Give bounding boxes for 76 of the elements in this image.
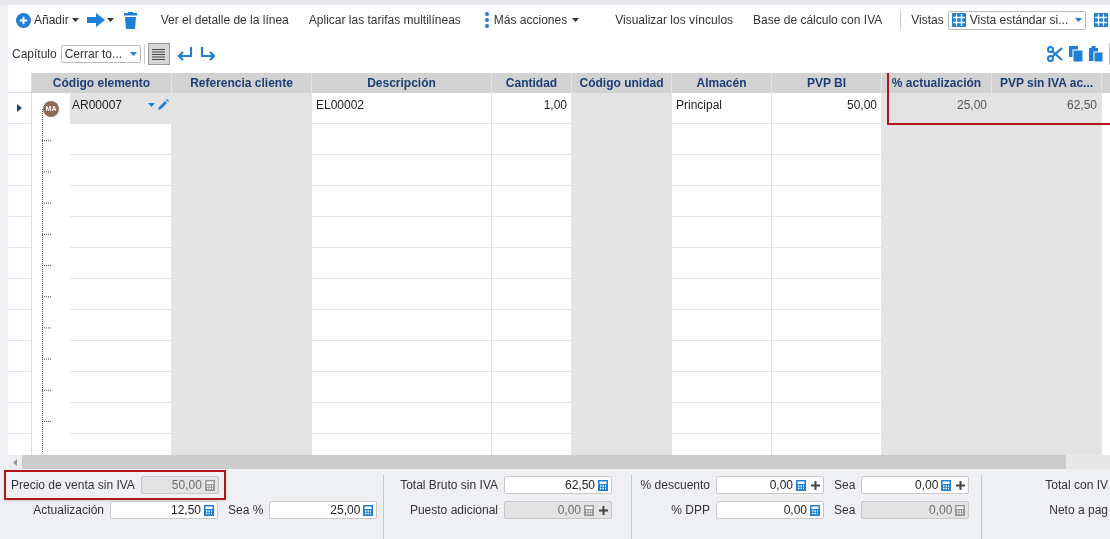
views-label: Vistas (911, 12, 944, 29)
column-header[interactable]: PVP BI (772, 73, 881, 93)
field-label: Actualización (32, 502, 104, 519)
table-cell-text: 1,00 (542, 97, 568, 114)
table-cell-text: 50,00 (845, 97, 878, 114)
toolbar-button[interactable]: Base de cálculo con IVA (745, 11, 891, 29)
table-cell[interactable]: AR00007 (70, 93, 171, 124)
field-label: Puesto adicional (408, 502, 498, 519)
more-actions-button[interactable]: Más acciones (484, 11, 580, 29)
caret-icon (572, 18, 580, 22)
field-label: Precio de venta sin IVA (11, 477, 135, 494)
scissors-icon[interactable] (1047, 46, 1063, 62)
toolbar-button[interactable]: Visualizar los vínculos (607, 11, 742, 29)
field-label: % DPP (670, 502, 710, 519)
column-header[interactable]: % actualización (882, 73, 991, 93)
list-view-button[interactable] (147, 43, 170, 65)
calculator-icon[interactable] (363, 504, 374, 516)
field-label: Total con IV (1045, 477, 1108, 494)
field-label: Sea % (228, 502, 264, 519)
toolbar-button[interactable]: Ver el detalle de la línea (152, 11, 297, 29)
down-right-arrow-icon[interactable] (199, 46, 216, 62)
add-button[interactable]: Añadir (16, 11, 79, 29)
caret-icon (1074, 18, 1082, 22)
input-field[interactable]: 62,50 (504, 476, 612, 494)
column-header[interactable]: Código unidad (572, 73, 671, 93)
field-label: Neto a pag (1049, 502, 1108, 519)
paste-icon[interactable] (1089, 46, 1103, 62)
calculator-icon[interactable] (796, 479, 806, 491)
scroll-left-button[interactable] (8, 455, 22, 469)
column-header[interactable]: Cantidad (492, 73, 571, 93)
field-label: Total Bruto sin IVA (399, 477, 498, 494)
calculator-icon[interactable] (204, 504, 214, 516)
caret-left-icon (13, 458, 17, 466)
column-header[interactable]: Almacén (672, 73, 771, 93)
table-cell-text: 62,50 (1065, 97, 1098, 114)
table-cell-text: Principal (675, 97, 724, 114)
chapter-label: Capítulo (12, 46, 57, 63)
calculator-icon[interactable] (598, 479, 608, 491)
field-label: Sea (834, 502, 856, 519)
field-label: Sea (834, 477, 856, 494)
caret-icon (106, 18, 114, 22)
input-field[interactable]: 25,00 (269, 501, 378, 519)
return-arrow-icon[interactable] (175, 46, 194, 62)
table-cell-text: EL00002 (315, 97, 366, 114)
kebab-icon (484, 12, 489, 28)
input-field[interactable]: 0,00 (861, 476, 970, 494)
arrow-right-icon (86, 13, 105, 27)
column-header[interactable]: Referencia cliente (172, 73, 311, 93)
caret-icon (71, 18, 79, 22)
column-header[interactable]: PVP sin IVA ac... (992, 73, 1101, 93)
pencil-icon[interactable] (158, 99, 169, 110)
plus-circle-icon (16, 12, 31, 28)
plus-icon[interactable] (811, 480, 820, 490)
column-header[interactable]: Descripción (312, 73, 491, 93)
plus-icon[interactable] (956, 480, 966, 490)
views-select[interactable]: Vista estándar si... (947, 10, 1086, 30)
toolbar-button[interactable]: Aplicar las tarifas multilíneas (300, 11, 469, 29)
field-label: % descuento (639, 477, 710, 494)
table-cell-text: 25,00 (955, 97, 988, 114)
header-background (1102, 73, 1110, 93)
input-field[interactable]: 0,00 (716, 476, 824, 494)
move-button[interactable] (86, 13, 114, 27)
calculator-icon[interactable] (941, 479, 952, 491)
column-header[interactable]: Código elemento (32, 73, 171, 93)
grid-icon (951, 13, 966, 27)
grid-settings-icon[interactable] (1093, 13, 1108, 27)
scrollbar-thumb[interactable] (22, 455, 1066, 469)
input-field[interactable]: 12,50 (110, 501, 218, 519)
copy-icon[interactable] (1069, 46, 1083, 62)
calculator-icon[interactable] (810, 504, 820, 516)
caret-icon (129, 52, 137, 56)
list-icon (152, 48, 166, 60)
input-field[interactable]: 0,00 (716, 501, 824, 519)
chapter-select[interactable]: Cerrar to... (60, 45, 141, 63)
caret-icon[interactable] (148, 103, 155, 107)
trash-icon[interactable] (123, 11, 137, 29)
